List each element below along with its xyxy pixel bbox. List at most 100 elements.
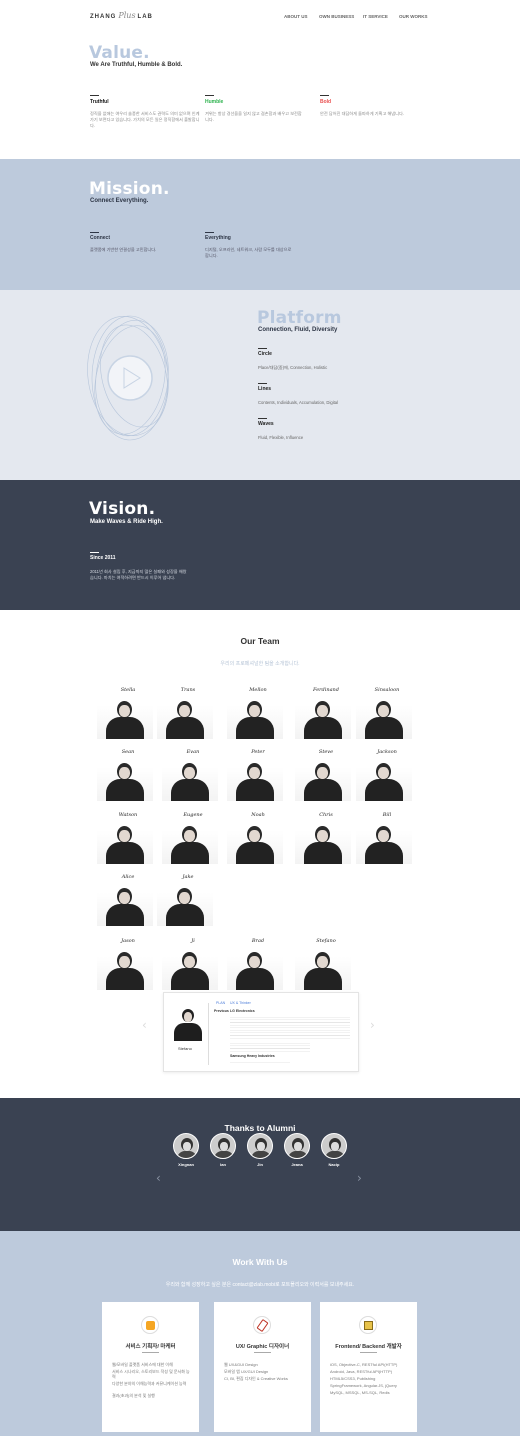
team-member-ferdinand[interactable]: Ferdinand	[295, 683, 351, 739]
job-item: 서비스 시나리오, 스토리보드 작성 및 문서화 능력	[112, 1369, 190, 1379]
team-member-bill[interactable]: Bill	[356, 808, 412, 864]
team-member-brad[interactable]: Brad	[227, 934, 283, 990]
platform-section: Platform Connection, Fluid, Diversity Ci…	[0, 290, 520, 480]
thumbs-up-icon	[141, 1316, 159, 1334]
work-subtitle: 우리와 함께 성장하고 싶은 분은 contact@zlab.mobi로 포트폴…	[165, 1282, 355, 1288]
job-item: 모바일 앱 UX/GUI Design	[224, 1369, 269, 1374]
member-name: Stella	[120, 687, 136, 693]
team-member-alice[interactable]: Alice	[97, 870, 153, 926]
job-card-designer[interactable]: UX/ Graphic 디자이너 웹 UX&GUI Design 모바일 앱 U…	[214, 1302, 311, 1432]
vision-section: Vision. Make Waves & Ride High. Since 20…	[0, 480, 520, 610]
mission-subtitle: Connect Everything.	[90, 198, 149, 204]
member-profile-card: Stefano PLAN UX & Thinker Previous LG El…	[163, 992, 359, 1072]
platform-subtitle: Connection, Fluid, Diversity	[258, 327, 338, 333]
alumni-name: Ian	[220, 1162, 226, 1167]
logo[interactable]: ZHANG Plus LAB	[90, 11, 153, 20]
platform-title: Platform	[257, 308, 342, 328]
team-member-jake[interactable]: Jake	[157, 870, 213, 926]
member-name: Chris	[319, 812, 333, 818]
profile-company-1: LG Electronics	[230, 1009, 255, 1013]
vision-text: 2011년 회사 설립 후, 지금까지 많은 실패와 성장을 해왔습니다. 마치…	[90, 569, 187, 580]
code-box-icon	[359, 1316, 377, 1334]
profile-photo	[173, 1007, 203, 1041]
value-humble-text: 겨위는 항상 경선을을 일지 않고 겸손함과 배우고 보전합니다.	[205, 111, 302, 122]
pen-tool-icon	[253, 1316, 271, 1334]
job-card-developer[interactable]: Frontend/ Backend 개발자 iOS, Objective-C, …	[320, 1302, 417, 1432]
nav-own-business[interactable]: OWN BUSINESS	[319, 14, 354, 19]
member-name: Mellon	[249, 687, 267, 693]
team-member-peter[interactable]: Peter	[227, 745, 283, 801]
alumni-avatar[interactable]	[284, 1133, 310, 1159]
member-name: Watson	[118, 812, 138, 818]
team-member-sean[interactable]: Sean	[97, 745, 153, 801]
job-item: 웹 UX&GUI Design	[224, 1362, 258, 1367]
member-name: Eugene	[183, 812, 203, 818]
mission-connect-label: Connect	[90, 235, 110, 241]
site-header: ZHANG Plus LAB ABOUT US OWN BUSINESS IT SE…	[0, 0, 520, 34]
team-member-chris[interactable]: Chris	[295, 808, 351, 864]
alumni-name: Xingnan	[178, 1162, 194, 1167]
member-name: Ferdinand	[313, 687, 339, 693]
team-member-stella[interactable]: Stella	[97, 683, 153, 739]
alumni-prev-arrow[interactable]: ‹	[156, 1171, 161, 1185]
team-member-trans[interactable]: Trans	[157, 683, 213, 739]
mission-everything-text: 디지털, 오프라인, 네트워크, 사람 모두를 대상으로합니다.	[205, 247, 292, 258]
team-member-stefano[interactable]: Stefano	[295, 934, 351, 990]
work-title: Work With Us	[232, 1257, 288, 1267]
profile-next-arrow[interactable]: ›	[370, 1018, 375, 1032]
alumni-name: Jeana	[291, 1162, 303, 1167]
member-name: Jason	[121, 938, 135, 944]
team-member-ji[interactable]: Ji	[162, 934, 218, 990]
member-name: Alice	[121, 874, 135, 880]
alumni-next-arrow[interactable]: ›	[357, 1171, 362, 1185]
team-member-steve[interactable]: Steve	[295, 745, 351, 801]
member-name: Steve	[318, 749, 334, 755]
member-name: Brad	[251, 938, 265, 944]
profile-prev-arrow[interactable]: ‹	[142, 1018, 147, 1032]
alumni-avatar[interactable]	[173, 1133, 199, 1159]
profile-details-2	[230, 1041, 310, 1053]
job-item: MySQL, MSSQL, MS-SQL, Redis	[330, 1390, 390, 1395]
profile-dept: PLAN	[216, 1001, 226, 1005]
platform-waves-text: Fluid, Flexible, Influence	[258, 435, 304, 440]
nav-about-us[interactable]: ABOUT US	[284, 14, 308, 19]
value-title: Value.	[89, 43, 150, 63]
nav-our-works[interactable]: OUR WORKS	[399, 14, 428, 19]
nav-it-service[interactable]: IT SERVICE	[363, 14, 388, 19]
vision-subtitle: Make Waves & Ride High.	[90, 519, 163, 525]
logo-text: ZHANG	[90, 14, 117, 20]
team-member-noah[interactable]: Noah	[227, 808, 283, 864]
vision-since: Since 2011	[90, 555, 116, 561]
logo-text-b: LAB	[137, 14, 153, 20]
member-name: Peter	[251, 749, 265, 755]
job-item: 결과(초과)의 분석 및 실행	[112, 1393, 155, 1398]
profile-role: UX & Thinker	[230, 1001, 251, 1005]
vision-title: Vision.	[89, 499, 156, 519]
profile-details-3	[230, 1060, 290, 1064]
team-member-jackson[interactable]: Jackson	[356, 745, 412, 801]
value-humble-label: Humble	[205, 99, 224, 105]
member-name: Trans	[180, 687, 196, 693]
platform-lines-text: Contents, Individuals, Accumulation, Dig…	[258, 400, 339, 405]
team-member-eugene[interactable]: Eugene	[162, 808, 218, 864]
value-bold-label: Bold	[320, 99, 332, 105]
team-member-evan[interactable]: Evan	[162, 745, 218, 801]
platform-circle-graphic	[87, 315, 169, 441]
alumni-avatar[interactable]	[210, 1133, 236, 1159]
member-name: Stefano	[316, 938, 336, 944]
team-member-watson[interactable]: Watson	[97, 808, 153, 864]
profile-name: Stefano	[178, 1046, 192, 1051]
team-member-jason[interactable]: Jason	[97, 934, 153, 990]
team-member-mellon[interactable]: Mellon	[227, 683, 283, 739]
job-item: CI, BI, 편집 디자인 & Creative Works	[224, 1376, 288, 1381]
job-card-planner[interactable]: 서비스 기획자/ 마케터 웹/모바일 플랫폼 서비스에 대한 이해 서비스 시나…	[102, 1302, 199, 1432]
mission-title: Mission.	[89, 179, 170, 199]
mission-section: Mission. Connect Everything. Connect 플랫폼…	[0, 159, 520, 290]
value-bold-text: 안전 담어진 대담하게 돌파하게 기획고 해냅니다.	[320, 111, 405, 116]
team-member-sinsaloon[interactable]: Sinsaloon	[356, 683, 412, 739]
alumni-name: Nacip	[328, 1162, 340, 1167]
alumni-avatar[interactable]	[321, 1133, 347, 1159]
alumni-avatar[interactable]	[247, 1133, 273, 1159]
job-item: 다양한 분야의 이해능력과 커뮤니케이션 능력	[112, 1381, 187, 1386]
platform-lines-label: Lines	[258, 386, 272, 392]
